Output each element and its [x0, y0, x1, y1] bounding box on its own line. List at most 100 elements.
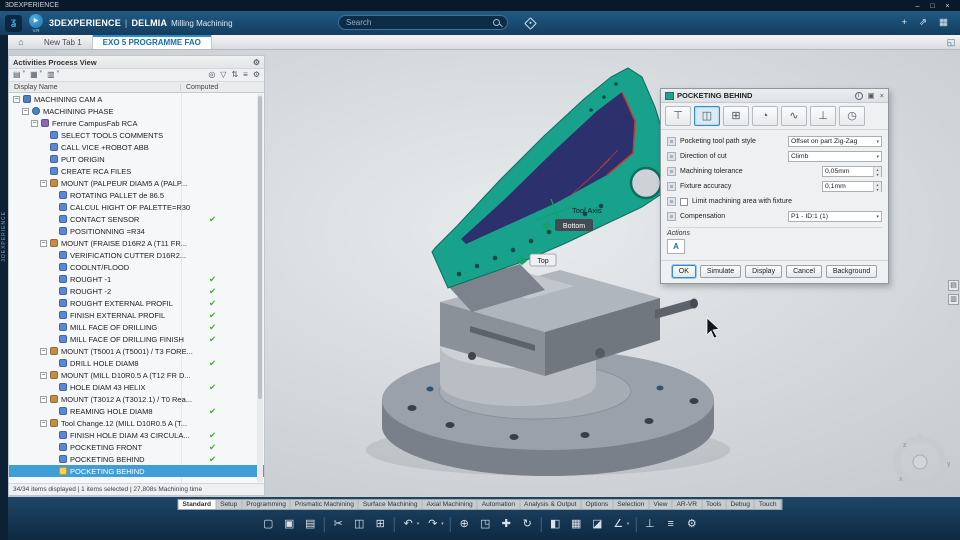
redo-icon[interactable]: ↷: [425, 513, 440, 535]
tree-row-create-rca-files[interactable]: CREATE RCA FILES: [9, 165, 264, 177]
ribbon-tab-setup[interactable]: Setup: [216, 500, 243, 509]
expand-viewport-icon[interactable]: ◱: [942, 35, 960, 49]
column-computed[interactable]: Computed: [181, 84, 218, 91]
tree-row-hole-diam-43-helix[interactable]: HOLE DIAM 43 HELIX ✔: [9, 381, 264, 393]
ribbon-tab-ar-vr[interactable]: AR-VR: [673, 500, 703, 509]
maximize-button[interactable]: □: [925, 0, 940, 11]
tree-expander-icon[interactable]: −: [40, 395, 47, 403]
tree-row-pocketing-behind[interactable]: POCKETING BEHIND ✔: [9, 453, 264, 465]
geometry-tab-icon[interactable]: ◫: [694, 106, 720, 126]
tree-row-select-tools-comments[interactable]: SELECT TOOLS COMMENTS: [9, 129, 264, 141]
caret-down-icon[interactable]: ▾: [441, 521, 444, 527]
select-direction-of-cut[interactable]: Climb ▾: [788, 151, 882, 162]
minimize-button[interactable]: –: [910, 0, 925, 11]
tree-row-tool-change-12-mill-d10r0-5-a-t[interactable]: − Tool Change.12 (MILL D10R0.5 A (T...: [9, 417, 264, 429]
column-display-name[interactable]: Display Name: [9, 83, 181, 91]
section-icon[interactable]: ◪: [590, 513, 605, 535]
ribbon-tab-touch[interactable]: Touch: [755, 500, 782, 509]
view-mode-icon[interactable]: ▤: [13, 69, 21, 81]
ribbon-tab-tools[interactable]: Tools: [702, 500, 727, 509]
paste-icon[interactable]: ⊞: [373, 513, 388, 535]
ok-button[interactable]: OK: [671, 265, 696, 278]
play-compass-icon[interactable]: ▶: [29, 13, 43, 28]
tree-row-mount-t5001-a-t5001-t3-fore[interactable]: − MOUNT (T5001 A (T5001) / T3 FORE...: [9, 345, 264, 357]
ribbon-tab-automation[interactable]: Automation: [478, 500, 521, 509]
tree-row-mount-fraise-d16r2-a-t11-fr[interactable]: − MOUNT (FRAISE D16R2 A (T11 FR...: [9, 237, 264, 249]
tool-tab-icon[interactable]: ⊤: [665, 106, 691, 126]
apps-icon[interactable]: ▦: [939, 11, 948, 35]
tree-expander-icon[interactable]: −: [40, 239, 47, 247]
tree-row-calcul-hight-of-palette-r30[interactable]: CALCUL HIGHT OF PALETTE=R30: [9, 201, 264, 213]
filter-icon[interactable]: ▽: [220, 69, 226, 81]
background-button[interactable]: Background: [825, 265, 878, 278]
ribbon-tab-options[interactable]: Options: [581, 500, 614, 509]
pan-icon[interactable]: ✚: [499, 513, 514, 535]
caret-down-icon[interactable]: ▾: [417, 521, 420, 527]
tree-expander-icon[interactable]: −: [40, 347, 47, 355]
tree-row-pocketing-front[interactable]: POCKETING FRONT ✔: [9, 441, 264, 453]
toolbar-settings-icon[interactable]: ⚙: [684, 513, 699, 535]
tree-row-contact-sensor[interactable]: CONTACT SENSOR ✔: [9, 213, 264, 225]
caret-down-icon[interactable]: ▾: [23, 69, 26, 81]
close-button[interactable]: ×: [940, 0, 955, 11]
tree-expander-icon[interactable]: −: [40, 179, 47, 187]
tree-expander-icon[interactable]: −: [40, 419, 47, 427]
tree-row-machining-phase[interactable]: − MACHINING PHASE: [9, 105, 264, 117]
home-icon[interactable]: ⌂: [8, 35, 34, 49]
select-compensation[interactable]: P1 - ID:1 (1) ▾: [788, 211, 882, 222]
zoom-icon[interactable]: ⊕: [457, 513, 472, 535]
tree-panel-settings-icon[interactable]: ⚙: [253, 58, 260, 67]
rotate-view-icon[interactable]: ↻: [520, 513, 535, 535]
tree-row-pocketing-behind[interactable]: POCKETING BEHIND: [9, 465, 264, 477]
tree-expander-icon[interactable]: −: [31, 119, 38, 127]
panel-toggle-bottom-icon[interactable]: ▥: [948, 294, 959, 305]
view-compass[interactable]: z y x: [893, 431, 951, 489]
add-content-icon[interactable]: +: [901, 11, 907, 35]
axis-system-icon[interactable]: ⊥: [642, 513, 657, 535]
shading-icon[interactable]: ◧: [548, 513, 563, 535]
select-pocketing-tool-path-style[interactable]: Offset on part Zig-Zag ▾: [788, 136, 882, 147]
vise-screw-knob[interactable]: [690, 298, 698, 309]
group-icon[interactable]: ≡: [243, 69, 248, 81]
search-icon[interactable]: [493, 19, 500, 26]
ribbon-tab-programming[interactable]: Programming: [242, 500, 291, 509]
undo-icon[interactable]: ↶: [401, 513, 416, 535]
dock-icon[interactable]: ▣: [868, 89, 875, 102]
open-icon[interactable]: ▣: [282, 513, 297, 535]
share-icon[interactable]: ⇗: [919, 11, 927, 35]
ribbon-tab-axial-machining[interactable]: Axial Machining: [423, 500, 478, 509]
tree-expander-icon[interactable]: −: [22, 107, 29, 115]
tree-row-mill-face-of-drilling[interactable]: MILL FACE OF DRILLING ✔: [9, 321, 264, 333]
global-search-input[interactable]: [346, 18, 493, 27]
ribbon-tab-surface-machining[interactable]: Surface Machining: [359, 500, 423, 509]
tree-row-rought-external-profil[interactable]: ROUGHT EXTERNAL PROFIL ✔: [9, 297, 264, 309]
ribbon-tab-prismatic-machining[interactable]: Prismatic Machining: [291, 500, 359, 509]
tree-row-put-origin[interactable]: PUT ORIGIN: [9, 153, 264, 165]
ribbon-tab-view[interactable]: View: [649, 500, 673, 509]
tree-expander-icon[interactable]: −: [40, 371, 47, 379]
tree-row-mount-palpeur-diam5-a-palp[interactable]: − MOUNT (PALPEUR DIAM5 A (PALP...: [9, 177, 264, 189]
ribbon-tab-analysis-output[interactable]: Analysis & Output: [520, 500, 582, 509]
tree-row-drill-hole-diam8[interactable]: DRILL HOLE DIAM8 ✔: [9, 357, 264, 369]
global-search[interactable]: [338, 15, 508, 30]
search-icon[interactable]: ◎: [208, 69, 215, 81]
ribbon-tab-standard[interactable]: Standard: [178, 500, 217, 509]
tree-row-finish-hole-diam-43-circula[interactable]: FINISH HOLE DIAM 43 CIRCULA... ✔: [9, 429, 264, 441]
tree-row-ferrure-campusfab-rca[interactable]: − Ferrure CampusFab RCA: [9, 117, 264, 129]
macro-tab-icon[interactable]: ∿: [781, 106, 807, 126]
tree-row-verification-cutter-d16r2[interactable]: VERIFICATION CUTTER D16R2...: [9, 249, 264, 261]
tree-expander-icon[interactable]: −: [13, 95, 20, 103]
tree-row-machining-cam-a[interactable]: − MACHINING CAM A: [9, 93, 264, 105]
tree-row-positionning-r34[interactable]: POSITIONNING =R34: [9, 225, 264, 237]
tree-row-call-vice-robot-abb[interactable]: CALL VICE +ROBOT ABB: [9, 141, 264, 153]
columns-view-icon[interactable]: ▦: [30, 69, 38, 81]
cut-icon[interactable]: ✂: [331, 513, 346, 535]
tree-toggle-icon[interactable]: ≡: [663, 513, 678, 535]
info-icon[interactable]: i: [854, 91, 863, 100]
spin-down-icon[interactable]: ▾: [874, 171, 881, 177]
checkbox-limit-machining-area-with-fixture[interactable]: [680, 197, 688, 206]
top-badge[interactable]: Top: [537, 258, 548, 265]
bottom-badge[interactable]: Bottom: [563, 223, 585, 230]
measure-icon[interactable]: ∠: [611, 513, 626, 535]
3ds-logo-icon[interactable]: ʓ: [5, 14, 22, 32]
